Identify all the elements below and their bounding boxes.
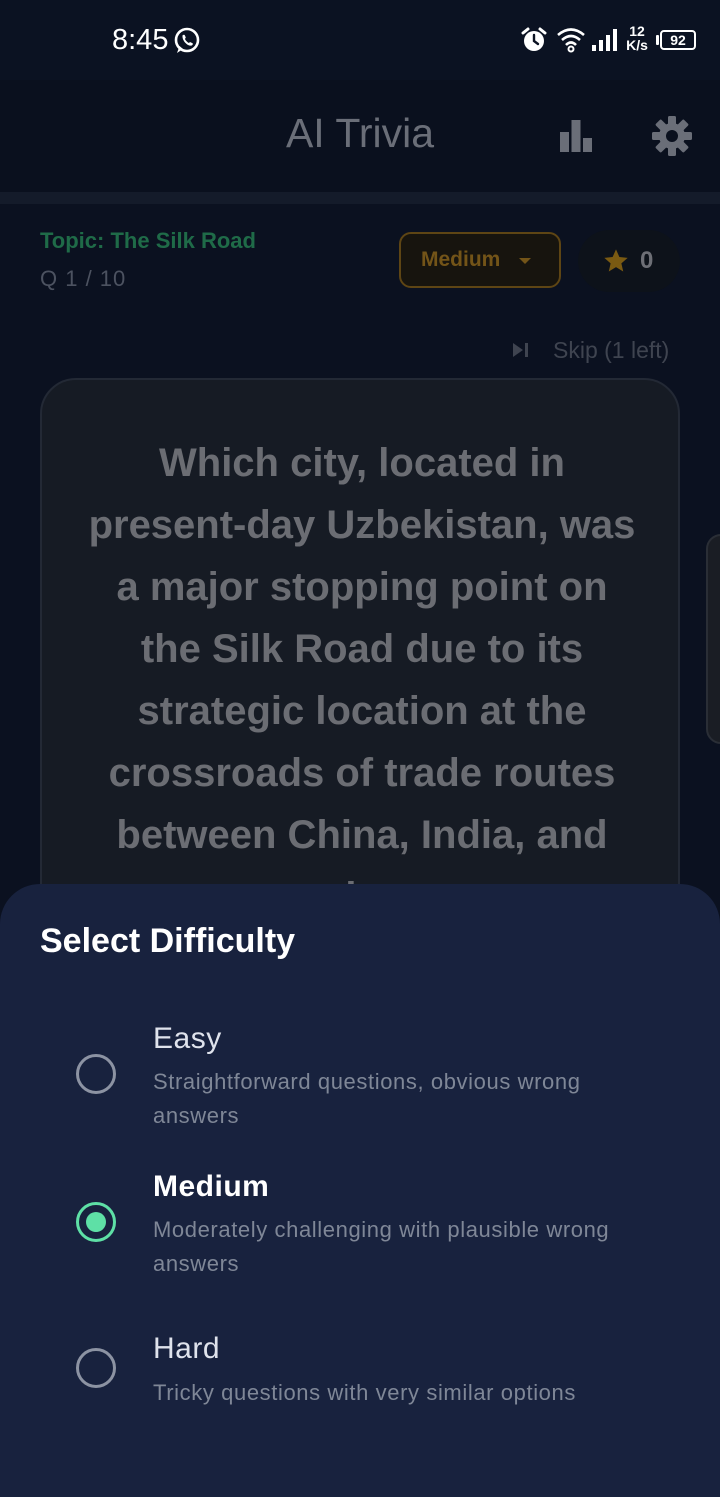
caret-down-icon <box>519 258 531 264</box>
alarm-icon <box>521 27 547 51</box>
app-bar: AI Trivia <box>0 80 720 192</box>
battery-tip <box>656 35 659 45</box>
skip-next-icon[interactable] <box>510 340 532 360</box>
sheet-title: Select Difficulty <box>40 922 296 960</box>
difficulty-dropdown[interactable]: Medium <box>399 232 561 288</box>
difficulty-option-hard[interactable]: Hard Tricky questions with very similar … <box>40 1324 680 1454</box>
app-title: AI Trivia <box>285 110 435 156</box>
radio-medium[interactable] <box>76 1202 116 1242</box>
gear-icon[interactable] <box>650 114 694 158</box>
option-label: Hard <box>153 1332 221 1365</box>
question-text: Which city, located in present-day Uzbek… <box>88 441 636 919</box>
difficulty-option-medium[interactable]: Medium Moderately challenging with plaus… <box>40 1164 680 1294</box>
topic-label: Topic: The Silk Road <box>40 228 256 253</box>
side-panel-handle[interactable] <box>706 534 720 744</box>
status-time: 8:45 <box>112 24 169 56</box>
radio-easy[interactable] <box>76 1054 116 1094</box>
score-value: 0 <box>640 247 654 274</box>
app-bar-divider <box>0 192 720 204</box>
network-speed: 12 K/s <box>626 23 648 53</box>
difficulty-bottom-sheet: Select Difficulty Easy Straightforward q… <box>0 884 720 1497</box>
option-description: Moderately challenging with plausible wr… <box>153 1217 610 1276</box>
option-description: Tricky questions with very similar optio… <box>153 1380 576 1405</box>
difficulty-dropdown-label: Medium <box>421 248 501 271</box>
status-bar: 8:45 12 K/s 92 <box>0 0 720 80</box>
option-label: Medium <box>153 1170 270 1203</box>
star-icon <box>604 249 628 272</box>
battery-indicator: 92 <box>660 30 696 50</box>
option-label: Easy <box>153 1022 222 1055</box>
radio-selected-dot <box>86 1212 106 1232</box>
question-progress: Q 1 / 10 <box>40 266 127 291</box>
bar-chart-icon[interactable] <box>556 116 596 156</box>
skip-button[interactable]: Skip (1 left) <box>553 337 669 364</box>
signal-icon <box>592 29 617 51</box>
wifi-icon <box>557 28 585 53</box>
radio-hard[interactable] <box>76 1348 116 1388</box>
whatsapp-icon <box>174 27 200 53</box>
score-badge: 0 <box>578 230 680 292</box>
option-description: Straightforward questions, obvious wrong… <box>153 1069 581 1128</box>
difficulty-option-easy[interactable]: Easy Straightforward questions, obvious … <box>40 1014 680 1144</box>
